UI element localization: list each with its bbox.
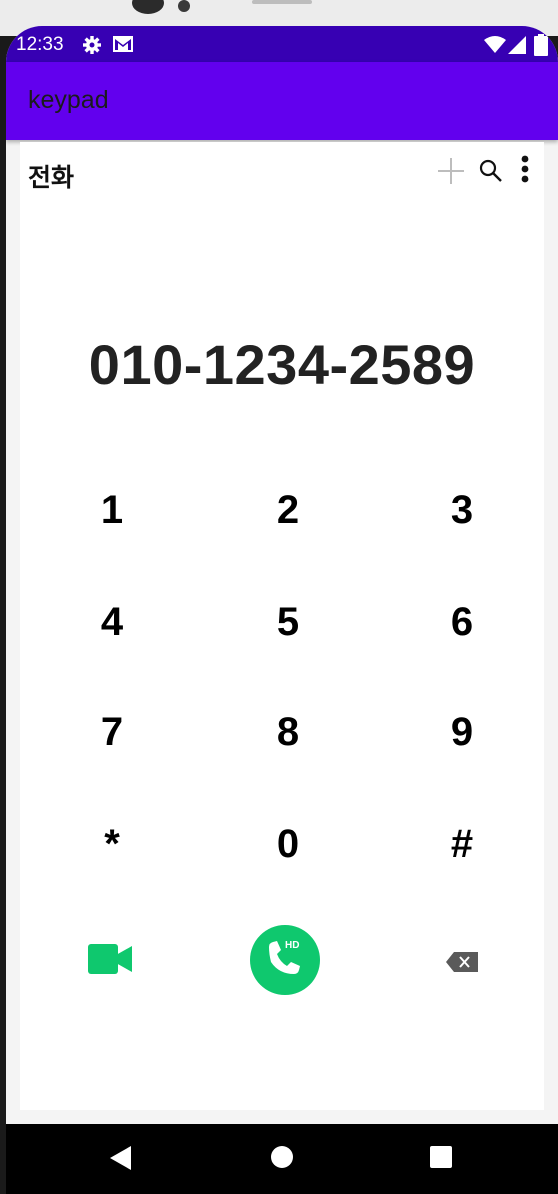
key-3[interactable]: 3 xyxy=(422,480,502,540)
gear-icon xyxy=(82,35,102,59)
home-icon[interactable] xyxy=(271,1146,293,1172)
key-4[interactable]: 4 xyxy=(72,592,152,652)
gmail-icon xyxy=(112,35,134,57)
add-icon[interactable] xyxy=(436,156,466,190)
key-0[interactable]: 0 xyxy=(248,814,328,874)
key-hash[interactable]: # xyxy=(422,814,502,874)
dialer-panel: 전화 010-1234-2589 1 2 3 4 5 6 7 8 9 * 0 #… xyxy=(20,142,544,1110)
more-vert-icon[interactable] xyxy=(520,154,530,188)
status-bar: 12:33 xyxy=(6,26,558,62)
key-6[interactable]: 6 xyxy=(422,592,502,652)
video-call-icon[interactable] xyxy=(88,944,132,978)
recents-icon[interactable] xyxy=(430,1146,452,1172)
key-star[interactable]: * xyxy=(72,814,152,874)
key-9[interactable]: 9 xyxy=(422,702,502,762)
back-icon[interactable] xyxy=(110,1146,132,1174)
key-5[interactable]: 5 xyxy=(248,592,328,652)
phone-number-display: 010-1234-2589 xyxy=(88,333,476,396)
hd-badge: HD xyxy=(285,940,300,951)
app-title: keypad xyxy=(28,86,109,114)
status-time: 12:33 xyxy=(16,34,64,55)
call-button[interactable]: HD xyxy=(249,924,321,1000)
backspace-icon[interactable] xyxy=(446,952,478,976)
signal-icon xyxy=(508,36,526,58)
key-7[interactable]: 7 xyxy=(72,702,152,762)
key-2[interactable]: 2 xyxy=(248,480,328,540)
search-icon[interactable] xyxy=(478,158,504,188)
navigation-bar xyxy=(6,1124,558,1194)
app-bar: keypad xyxy=(6,62,558,140)
device-frame: 12:33 keypad 전화 010-1234-2589 1 2 3 4 5 … xyxy=(0,0,558,1194)
earpiece-speaker xyxy=(252,0,312,4)
section-title: 전화 xyxy=(28,163,75,192)
screen: 12:33 keypad 전화 010-1234-2589 1 2 3 4 5 … xyxy=(6,26,558,1194)
sensor xyxy=(178,0,190,12)
key-8[interactable]: 8 xyxy=(248,702,328,762)
battery-icon xyxy=(534,34,548,60)
key-1[interactable]: 1 xyxy=(72,480,152,540)
wifi-icon xyxy=(484,36,506,58)
